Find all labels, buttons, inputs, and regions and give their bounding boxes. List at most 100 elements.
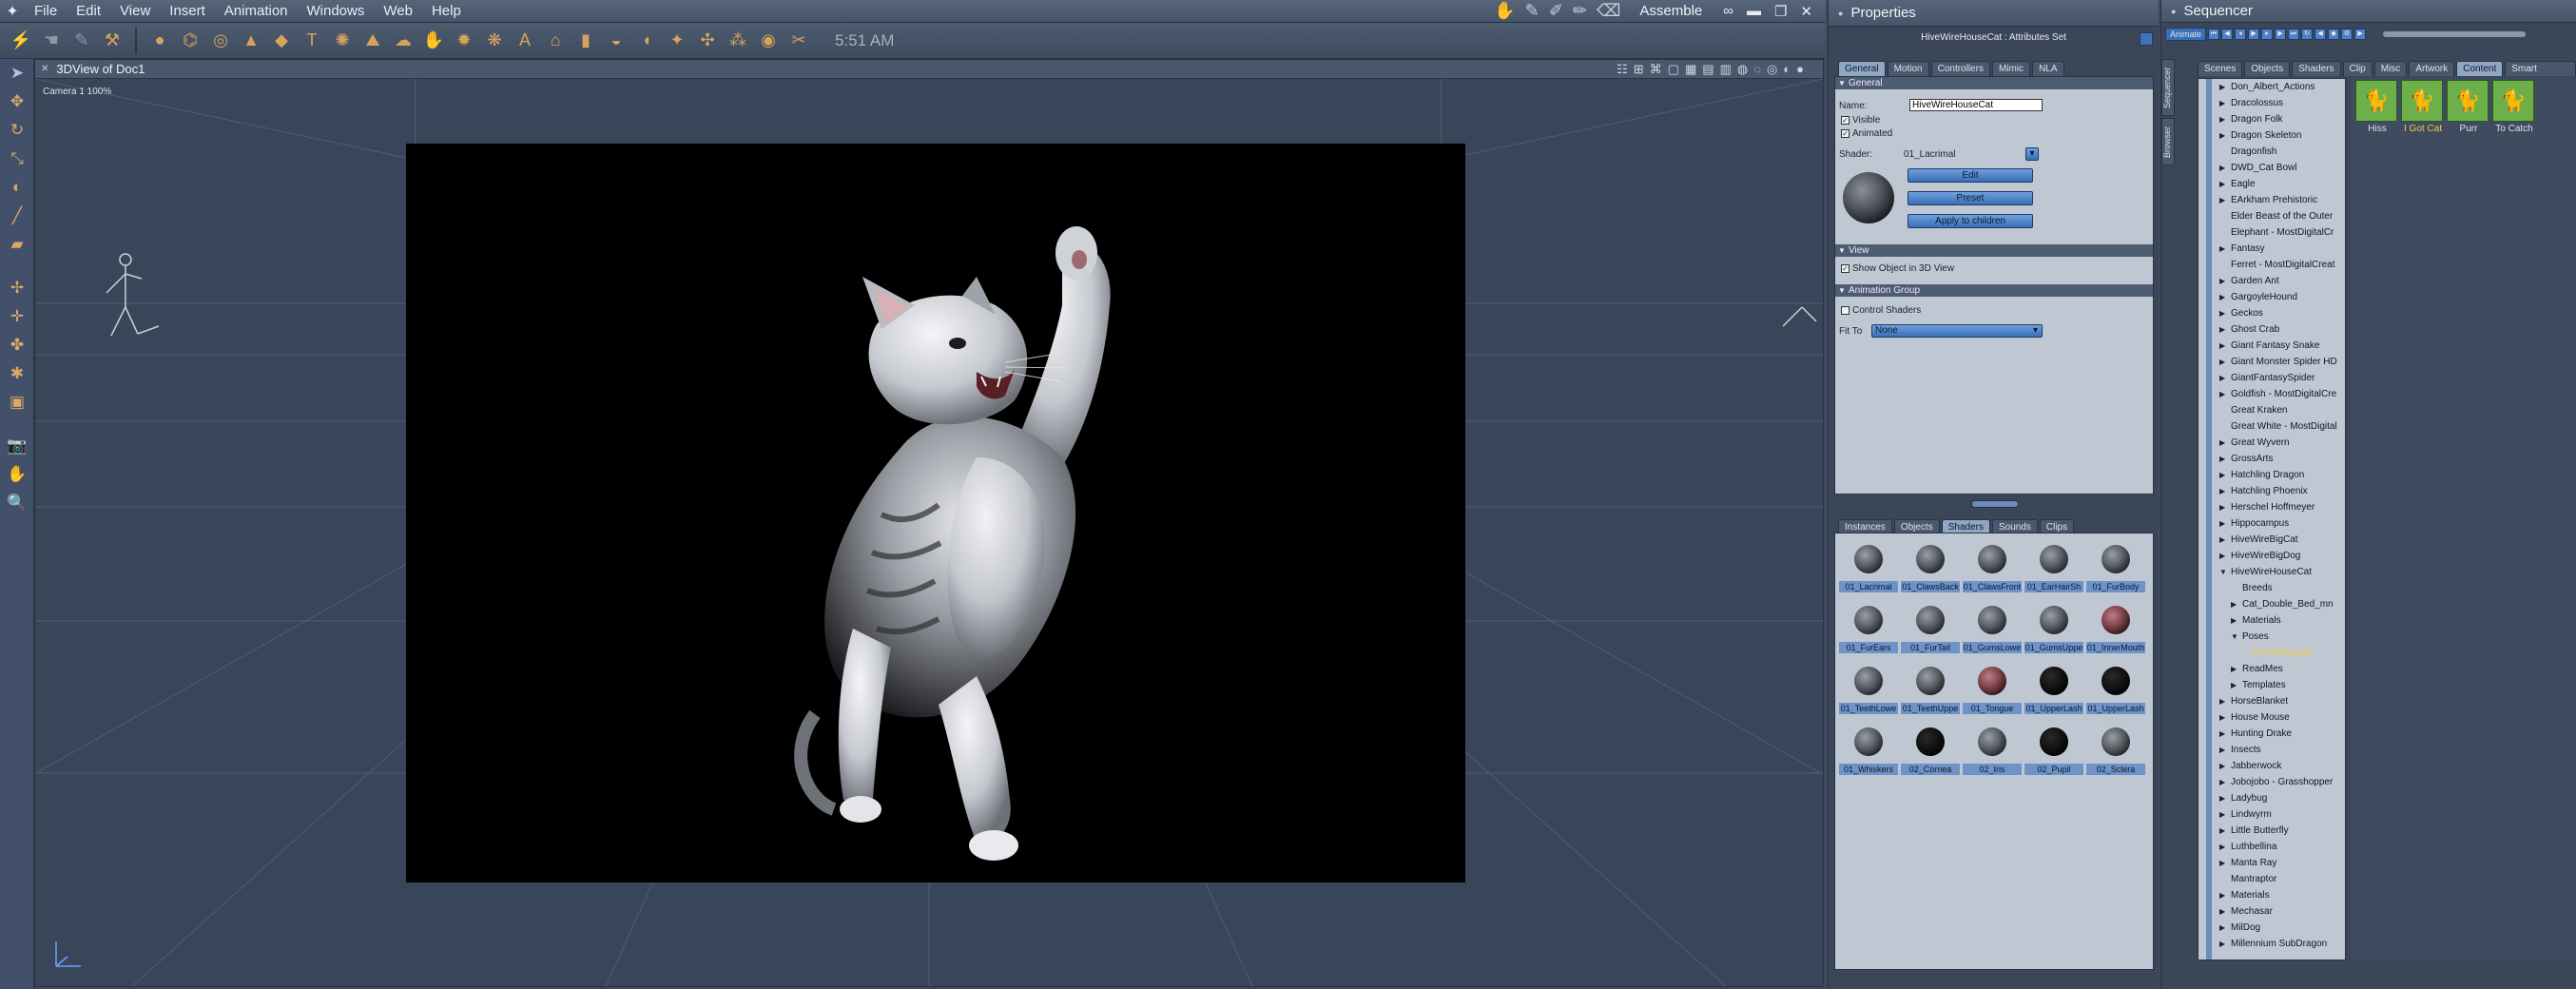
bone-tool-icon[interactable]: ╱ — [0, 202, 34, 230]
menu-view[interactable]: View — [110, 0, 160, 23]
collapsed-arrow-icon[interactable]: ▶ — [2219, 774, 2225, 790]
panel-menu-icon[interactable]: ● — [1838, 9, 1843, 18]
collapsed-arrow-icon[interactable]: ▶ — [2219, 499, 2225, 515]
tree-item[interactable]: Elephant - MostDigitalCr — [2198, 224, 2345, 241]
light-icon[interactable]: ✦ — [664, 28, 690, 54]
scale-tool-icon[interactable]: ⤡ — [0, 145, 34, 173]
collapsed-arrow-icon[interactable]: ▶ — [2219, 548, 2225, 564]
control-shaders-checkbox[interactable] — [1841, 305, 1850, 315]
tree-item[interactable]: Dragonfish — [2198, 144, 2345, 160]
tree-item[interactable]: ▶ Hippocampus — [2198, 515, 2345, 532]
shader-item[interactable]: 01_ClawsFront — [1963, 539, 2022, 598]
menu-web[interactable]: Web — [374, 0, 422, 23]
collapsed-arrow-icon[interactable]: ▶ — [2219, 111, 2225, 127]
next-key-icon[interactable]: ▶ — [2275, 29, 2287, 40]
pin-icon[interactable] — [2140, 32, 2153, 46]
shader-item[interactable]: 01_TeethUppe — [1901, 661, 1960, 720]
menu-help[interactable]: Help — [422, 0, 471, 23]
eraser-room-icon[interactable]: ⌫ — [1597, 1, 1620, 21]
collapsed-arrow-icon[interactable]: ▶ — [2219, 515, 2225, 532]
maximize-icon[interactable]: ❐ — [1774, 3, 1787, 20]
tab-scenes[interactable]: Scenes — [2198, 61, 2243, 76]
collapsed-arrow-icon[interactable]: ▶ — [2231, 596, 2237, 612]
shader-item[interactable]: 01_EarHairSh — [2024, 539, 2083, 598]
app-logo-icon[interactable]: ✦ — [0, 0, 25, 23]
minimize-icon[interactable]: ▬ — [1747, 3, 1761, 20]
tree-item[interactable]: ▶ Giant Fantasy Snake — [2198, 338, 2345, 354]
hand-primitive-icon[interactable]: ✋ — [420, 28, 447, 54]
shader-item[interactable]: 01_InnerMouth — [2086, 600, 2145, 659]
collapsed-arrow-icon[interactable]: ▶ — [2219, 758, 2225, 774]
rotate-tool-icon[interactable]: ↻ — [0, 116, 34, 145]
hand-tool-icon[interactable]: ☚ — [38, 28, 65, 54]
tab-browser-shaders[interactable]: Shaders — [2292, 61, 2341, 76]
collapsed-arrow-icon[interactable]: ▶ — [2219, 273, 2225, 289]
edit-button[interactable]: Edit — [1908, 168, 2033, 183]
tree-item[interactable]: ▼ Poses — [2198, 629, 2345, 645]
tab-general[interactable]: General — [1838, 61, 1886, 76]
tree-item[interactable]: ▶ Dragon Folk — [2198, 111, 2345, 127]
tree-item[interactable]: ▶ EArkham Prehistoric — [2198, 192, 2345, 208]
collapsed-arrow-icon[interactable]: ▶ — [2231, 612, 2237, 629]
morph-tool-icon[interactable]: ✱ — [0, 359, 34, 388]
hair-icon[interactable]: ❋ — [481, 28, 508, 54]
shader-item[interactable]: 02_Sclera — [2086, 722, 2145, 781]
panel-splitter[interactable] — [1971, 500, 2019, 508]
collapsed-arrow-icon[interactable]: ▶ — [2219, 289, 2225, 305]
3d-view-window[interactable]: ✕ 3DView of Doc1 ☷ ⊞ ⌘ ▢ ▦ ▤ ▥ ◍ ◌ ◎ ◐ ● — [34, 59, 1824, 987]
shading-2-icon[interactable]: ◌ — [1753, 62, 1761, 77]
collapsed-arrow-icon[interactable]: ▶ — [2219, 709, 2225, 726]
pillar-icon[interactable]: ▮ — [572, 28, 599, 54]
translate-tool-icon[interactable]: ✛ — [0, 302, 34, 331]
shader-item[interactable]: 02_Iris — [1963, 722, 2022, 781]
room-name[interactable]: Assemble — [1639, 3, 1702, 19]
tree-item[interactable]: ▶ HiveWireBigDog — [2198, 548, 2345, 564]
tree-item[interactable]: ▶ Hatchling Dragon — [2198, 467, 2345, 483]
collapsed-arrow-icon[interactable]: ▶ — [2219, 435, 2225, 451]
collapsed-arrow-icon[interactable]: ▶ — [2219, 305, 2225, 321]
name-field[interactable]: HiveWireHouseCat — [1909, 99, 2043, 111]
tree-item[interactable]: ▶ Hunting Drake — [2198, 726, 2345, 742]
show-object-row[interactable]: ✓ Show Object in 3D View — [1841, 263, 1954, 274]
gear-primitive-icon[interactable]: ✺ — [329, 28, 356, 54]
tree-item[interactable]: Ferret - MostDigitalCreat — [2198, 257, 2345, 273]
menu-animation[interactable]: Animation — [215, 0, 298, 23]
shading-5-icon[interactable]: ● — [1796, 62, 1804, 77]
tree-item[interactable]: ▶ Geckos — [2198, 305, 2345, 321]
collapsed-arrow-icon[interactable]: ▶ — [2219, 467, 2225, 483]
layout-3-icon[interactable]: ▤ — [1702, 62, 1714, 77]
first-frame-icon[interactable]: ⏮ — [2208, 29, 2220, 40]
shader-item[interactable]: 01_FurEars — [1839, 600, 1898, 659]
move-tool-icon[interactable]: ✥ — [0, 87, 34, 116]
target-icon[interactable]: ◉ — [755, 28, 782, 54]
tab-controllers[interactable]: Controllers — [1930, 61, 1990, 76]
layout-4-icon[interactable]: ▥ — [1720, 62, 1732, 77]
shader-item[interactable]: 01_TeethLowe — [1839, 661, 1898, 720]
collapsed-arrow-icon[interactable]: ▶ — [2219, 127, 2225, 144]
collapsed-arrow-icon[interactable]: ▶ — [2219, 338, 2225, 354]
collapsed-arrow-icon[interactable]: ▶ — [2219, 241, 2225, 257]
shader-item[interactable]: 01_UpperLash — [2024, 661, 2083, 720]
tree-item[interactable]: ▶ Templates — [2198, 677, 2345, 693]
key-left-icon[interactable]: ◀ — [2315, 29, 2327, 40]
pose-thumbnail[interactable]: 🐈 Purr — [2447, 80, 2490, 134]
tree-item[interactable]: ▶ Garden Ant — [2198, 273, 2345, 289]
bone-view-icon[interactable]: ☷ — [1617, 62, 1628, 77]
collapsed-arrow-icon[interactable]: ▶ — [2219, 370, 2225, 386]
prev-key-icon[interactable]: ◀ — [2221, 29, 2234, 40]
preset-button[interactable]: Preset — [1908, 191, 2033, 205]
skin-icon[interactable]: ☁ — [390, 28, 416, 54]
collapsed-arrow-icon[interactable]: ▶ — [2231, 677, 2237, 693]
animate-button[interactable]: Animate — [2165, 28, 2207, 41]
collapsed-arrow-icon[interactable]: ▶ — [2219, 887, 2225, 903]
tree-item[interactable]: ▶ Little Butterfly — [2198, 823, 2345, 839]
tree-item[interactable]: Great Kraken — [2198, 402, 2345, 418]
collapsed-arrow-icon[interactable]: ▶ — [2219, 176, 2225, 192]
panel-menu-icon[interactable]: ● — [2171, 7, 2176, 16]
visible-checkbox[interactable]: ✓ — [1841, 115, 1850, 125]
tree-item[interactable]: ▶ Jabberwock — [2198, 758, 2345, 774]
collapsed-arrow-icon[interactable]: ▶ — [2219, 386, 2225, 402]
key-right-icon[interactable]: ▶ — [2354, 29, 2367, 40]
shader-item[interactable]: 02_Pupil — [2024, 722, 2083, 781]
tab-browser[interactable]: Browser — [2161, 118, 2175, 165]
